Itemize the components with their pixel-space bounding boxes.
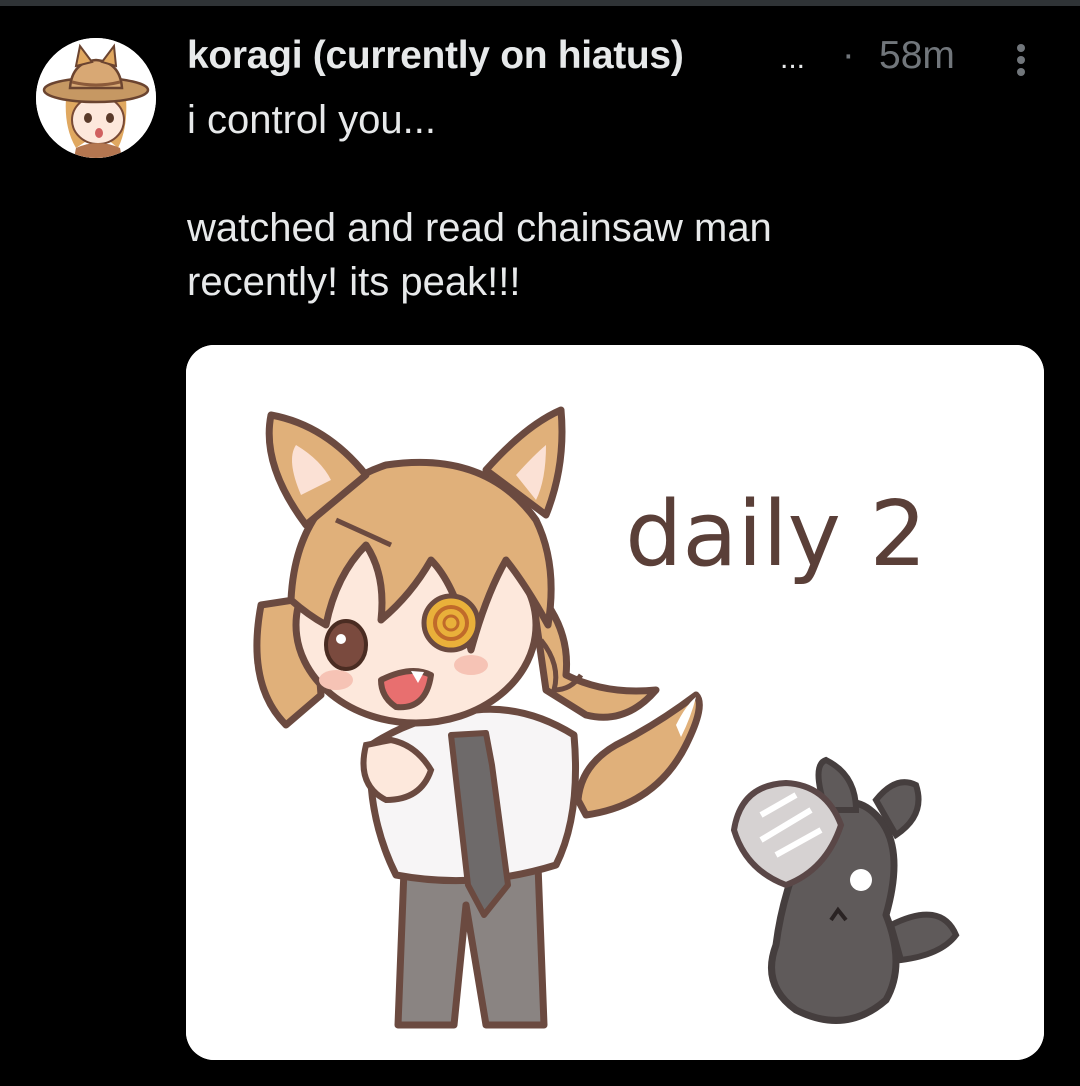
media-image[interactable]: daily 2 bbox=[186, 345, 1044, 1060]
top-divider bbox=[0, 0, 1080, 6]
avatar[interactable] bbox=[36, 38, 156, 158]
tweet-text: i control you... watched and read chains… bbox=[187, 93, 1047, 309]
tweet-text-line: recently! its peak!!! bbox=[187, 260, 521, 304]
avatar-image bbox=[36, 38, 156, 158]
tweet-text-line: i control you... bbox=[187, 98, 437, 142]
tweet-text-line: watched and read chainsaw man bbox=[187, 206, 772, 250]
display-name[interactable]: koragi (currently on hiatus) bbox=[187, 34, 684, 78]
separator: · bbox=[842, 34, 855, 76]
caption-text: daily 2 bbox=[625, 482, 926, 587]
tweet-header: koragi (currently on hiatus) ... · 58m bbox=[187, 34, 1047, 86]
vertical-ellipsis-icon[interactable] bbox=[1003, 40, 1039, 80]
illustration-image: daily 2 bbox=[186, 345, 1044, 1060]
timestamp[interactable]: 58m bbox=[879, 34, 955, 78]
name-truncation: ... bbox=[780, 42, 806, 75]
